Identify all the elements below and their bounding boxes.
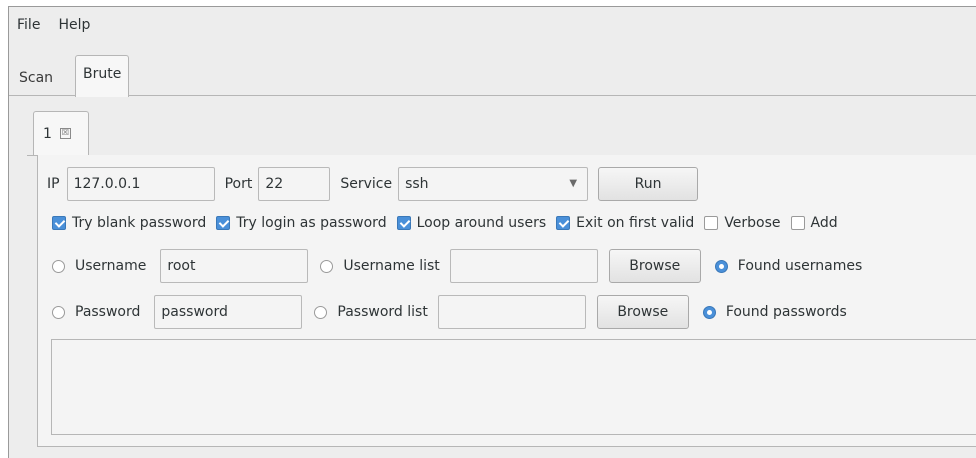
tab-scan[interactable]: Scan [13,61,59,95]
session-tab-label: 1 [43,125,52,142]
main-tabs: Scan Brute [9,55,976,97]
session-tab-1[interactable]: 1 ☒ [33,111,89,155]
additional-label[interactable]: Add [811,215,838,231]
app-window: File Help Scan Brute 1 ☒ IP 127.0.0.1 Po… [8,6,976,458]
close-icon[interactable]: ☒ [59,128,71,139]
session-tabs: 1 ☒ [27,103,976,156]
browse-usernames-button[interactable]: Browse [608,249,701,283]
exit-on-first-valid-label[interactable]: Exit on first valid [576,215,694,231]
password-list-field[interactable] [437,295,586,329]
username-label: Username [75,258,147,274]
password-radio[interactable] [52,305,65,319]
browse-passwords-button[interactable]: Browse [596,295,689,329]
loop-around-users-checkbox[interactable] [396,216,411,230]
try-blank-password-label[interactable]: Try blank password [72,215,206,231]
found-passwords-label: Found passwords [725,304,847,320]
port-label: Port [224,176,253,192]
service-label: Service [340,176,393,192]
brute-panel: IP 127.0.0.1 Port 22 Service ssh ▼ Run T… [37,155,976,447]
service-value: ssh [405,176,429,192]
try-login-as-password-checkbox[interactable] [216,216,231,230]
found-usernames-radio[interactable] [714,259,728,273]
try-login-as-password-label[interactable]: Try login as password [236,215,386,231]
loop-around-users-label[interactable]: Loop around users [417,215,547,231]
run-button[interactable]: Run [598,167,699,201]
menu-file[interactable]: File [9,17,49,33]
service-combo[interactable]: ssh ▼ [398,167,589,201]
verbose-checkbox[interactable] [704,216,719,230]
found-passwords-radio[interactable] [702,305,716,319]
brute-area: 1 ☒ IP 127.0.0.1 Port 22 Service ssh ▼ R… [27,103,976,458]
menu-help[interactable]: Help [49,17,99,33]
username-row: Username root Username list Browse Found… [52,249,862,283]
target-row: IP 127.0.0.1 Port 22 Service ssh ▼ Run [47,167,699,201]
username-list-radio[interactable] [320,259,334,273]
try-blank-password-checkbox[interactable] [52,216,66,230]
options-row: Try blank password Try login as password… [52,215,838,231]
additional-checkbox[interactable] [790,216,805,230]
tab-brute[interactable]: Brute [75,55,130,97]
username-radio[interactable] [52,259,65,273]
ip-label: IP [47,176,60,192]
menubar: File Help [9,7,976,43]
dropdown-arrow-icon: ▼ [569,178,578,189]
found-usernames-label: Found usernames [737,258,863,274]
password-list-radio[interactable] [314,305,328,319]
password-row: Password password Password list Browse F… [52,295,847,329]
password-field[interactable]: password [154,295,303,329]
password-list-label: Password list [337,304,428,320]
username-list-field[interactable] [449,249,598,283]
ip-field[interactable]: 127.0.0.1 [66,167,215,201]
verbose-label[interactable]: Verbose [724,215,780,231]
username-list-label: Username list [343,258,440,274]
password-label: Password [75,304,141,320]
output-log[interactable] [51,339,976,435]
port-field[interactable]: 22 [258,167,331,201]
username-field[interactable]: root [160,249,309,283]
exit-on-first-valid-checkbox[interactable] [556,216,571,230]
